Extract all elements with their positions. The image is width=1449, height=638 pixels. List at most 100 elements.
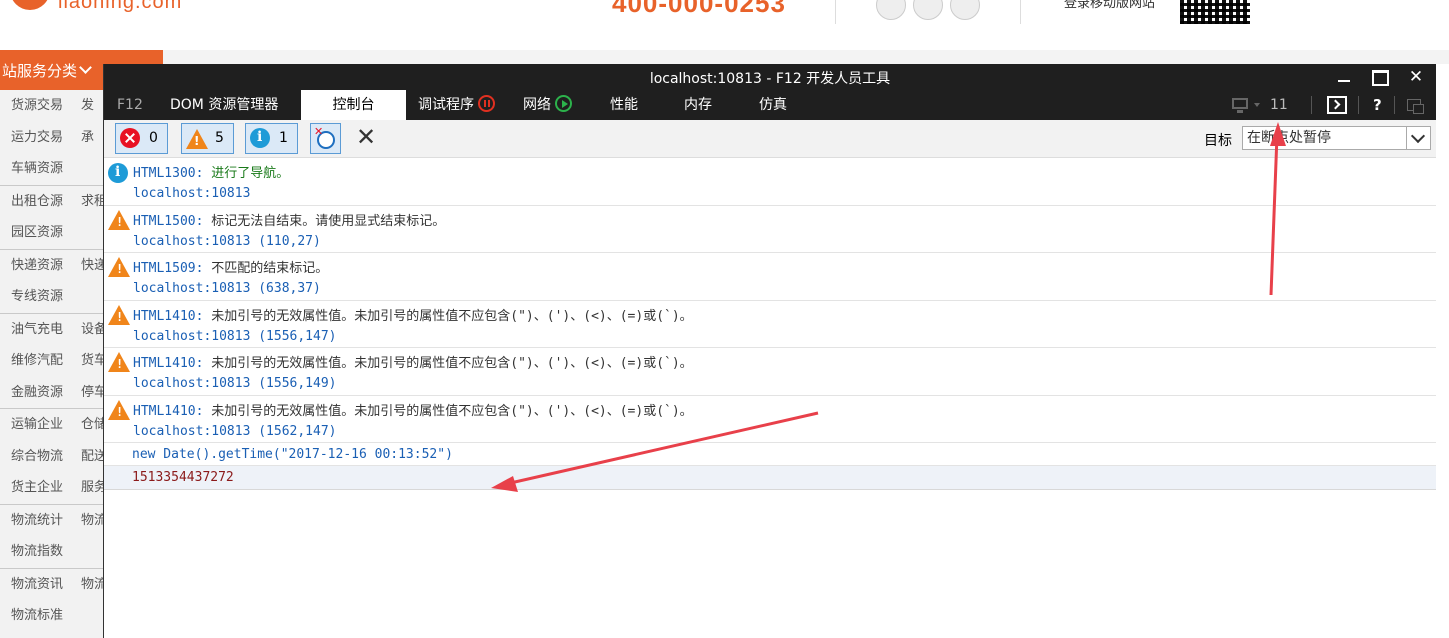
message-text: 未加引号的无效属性值。未加引号的属性值不应包含(")、(')、(<)、(=)或(…	[203, 403, 693, 419]
console-toolbar: 0 5 1 ✕ ✕ 目标 在断点处暂停	[104, 120, 1436, 158]
sidebar-item-label[interactable]: 车辆资源	[11, 161, 63, 176]
play-icon	[555, 95, 572, 112]
message-source-link[interactable]: localhost:10813 (1556,147)	[133, 329, 337, 344]
sidebar-item-secondary[interactable]: 发	[81, 90, 94, 122]
sidebar-item-secondary[interactable]: 服务	[81, 472, 103, 504]
sidebar-item-secondary[interactable]: 停车	[81, 377, 103, 409]
tab-network[interactable]: 网络	[523, 90, 572, 120]
message-text-line: HTML1509: 不匹配的结束标记。	[133, 257, 328, 276]
monitor-icon[interactable]	[1232, 98, 1248, 113]
sidebar-item-label[interactable]: 物流标准	[11, 608, 63, 623]
message-source-link[interactable]: localhost:10813 (1556,149)	[133, 376, 337, 391]
sidebar-item-secondary[interactable]: 设备	[81, 314, 103, 346]
errors-filter-button[interactable]: 0	[115, 123, 168, 154]
sidebar-item-secondary[interactable]: 承	[81, 122, 94, 154]
screenshot-stage: liaoning.com 400-000-0253 登录移动版网站 站服务分类 …	[0, 0, 1449, 638]
toolbar-divider	[1358, 96, 1359, 114]
header-divider	[835, 0, 836, 24]
site-header: liaoning.com 400-000-0253 登录移动版网站	[0, 0, 1449, 50]
devtools-window: localhost:10813 - F12 开发人员工具 ✕ F12 DOM 资…	[103, 64, 1436, 638]
tab-memory[interactable]: 内存	[684, 90, 712, 120]
minimize-icon[interactable]	[1334, 67, 1356, 87]
sidebar-item-label[interactable]: 物流统计	[11, 513, 63, 528]
tab-f12[interactable]: F12	[117, 90, 143, 120]
message-source-link[interactable]: localhost:10813 (638,37)	[133, 281, 321, 296]
sidebar-item-label[interactable]: 维修汽配	[11, 353, 63, 368]
sidebar-item: 运力交易 承	[0, 122, 103, 154]
tab-dom-explorer[interactable]: DOM 资源管理器	[170, 90, 278, 120]
message-code: HTML1509:	[133, 261, 204, 276]
warnings-filter-button[interactable]: 5	[181, 123, 234, 154]
message-code: HTML1410:	[133, 403, 204, 419]
sidebar-item: 维修汽配 货车	[0, 345, 103, 377]
qq-icon[interactable]	[950, 0, 980, 20]
sidebar-item: 物流标准	[0, 600, 103, 632]
help-icon[interactable]: ?	[1373, 90, 1382, 120]
message-source-link[interactable]: localhost:10813 (110,27)	[133, 234, 321, 249]
message-source-link[interactable]: localhost:10813	[133, 186, 250, 201]
caret-down-icon[interactable]	[1254, 103, 1260, 107]
warning-icon	[108, 304, 130, 325]
sidebar-item-secondary[interactable]: 仓储	[81, 409, 103, 441]
console-prompt-icon[interactable]	[1327, 96, 1347, 114]
chevron-down-icon[interactable]	[1406, 127, 1430, 149]
sidebar-item-label[interactable]: 物流指数	[11, 544, 63, 559]
sidebar-item-secondary[interactable]: 求租	[81, 186, 103, 218]
sidebar-item-label[interactable]: 金融资源	[11, 385, 63, 400]
sidebar-item-secondary[interactable]: 物流	[81, 505, 103, 537]
sidebar-item-secondary[interactable]: 物流	[81, 569, 103, 601]
sidebar-item: 综合物流 配送	[0, 441, 103, 473]
site-logo-text[interactable]: liaoning.com	[58, 0, 182, 14]
close-icon[interactable]: ✕	[1405, 67, 1427, 87]
sidebar-item-label[interactable]: 综合物流	[11, 449, 63, 464]
sidebar-item: 车辆资源	[0, 153, 103, 185]
sidebar-item: 货主企业 服务	[0, 472, 103, 504]
target-select[interactable]: 在断点处暂停	[1242, 126, 1431, 150]
document-mode-value[interactable]: 11	[1270, 90, 1288, 120]
sidebar-item-label[interactable]: 出租仓源	[11, 194, 63, 209]
sidebar-item: 物流资讯 物流	[0, 569, 103, 601]
sidebar-item-label[interactable]: 运力交易	[11, 130, 63, 145]
sidebar-item-label[interactable]: 快递资源	[11, 258, 63, 273]
sidebar-item-label[interactable]: 运输企业	[11, 417, 63, 432]
message-code: HTML1410:	[133, 356, 204, 371]
sidebar-item-label[interactable]: 园区资源	[11, 225, 63, 240]
sidebar-item-secondary[interactable]: 货车	[81, 345, 103, 377]
sidebar-item-label[interactable]: 专线资源	[11, 289, 63, 304]
sidebar-item-label[interactable]: 货主企业	[11, 480, 63, 495]
warning-icon	[108, 399, 130, 420]
info-count: 1	[279, 130, 288, 146]
warnings-count: 5	[215, 130, 224, 146]
tab-network-label: 网络	[523, 97, 551, 113]
message-code: HTML1500:	[133, 213, 204, 229]
clear-on-navigate-button[interactable]: ✕	[310, 123, 341, 154]
message-text: 标记无法自结束。请使用显式结束标记。	[203, 213, 446, 229]
sidebar-item-label[interactable]: 物流资讯	[11, 577, 63, 592]
clear-console-icon[interactable]: ✕	[356, 122, 376, 152]
sidebar-item: 园区资源	[0, 217, 103, 249]
target-label: 目标	[1204, 133, 1232, 149]
tab-debugger[interactable]: 调试程序	[418, 90, 495, 120]
mobile-site-link[interactable]: 登录移动版网站	[1064, 0, 1155, 11]
message-text: 不匹配的结束标记。	[203, 261, 329, 276]
console-warning-message: HTML1500: 标记无法自结束。请使用显式结束标记。 localhost:10…	[104, 206, 1436, 253]
wechat-icon[interactable]	[913, 0, 943, 20]
info-filter-button[interactable]: 1	[245, 123, 298, 154]
weibo-icon[interactable]	[876, 0, 906, 20]
tab-emulation[interactable]: 仿真	[759, 90, 787, 120]
devtools-titlebar[interactable]: localhost:10813 - F12 开发人员工具 ✕	[104, 64, 1436, 90]
sidebar-item-secondary[interactable]: 企	[81, 632, 94, 638]
maximize-icon[interactable]	[1369, 67, 1391, 87]
sidebar-item-label[interactable]: 油气充电	[11, 322, 63, 337]
undock-icon[interactable]	[1407, 99, 1424, 114]
sidebar-item-label[interactable]: 货源交易	[11, 98, 63, 113]
message-code: HTML1300:	[133, 166, 204, 181]
sidebar-item-secondary[interactable]: 配送	[81, 441, 103, 473]
sidebar-item: 油气充电 设备	[0, 314, 103, 346]
tab-console[interactable]: 控制台	[301, 90, 406, 120]
tab-performance[interactable]: 性能	[610, 90, 638, 120]
sidebar-item-secondary[interactable]: 快递	[81, 250, 103, 282]
message-text-line: HTML1410: 未加引号的无效属性值。未加引号的属性值不应包含(")、(')…	[133, 400, 693, 419]
errors-count: 0	[149, 130, 158, 146]
message-source-link[interactable]: localhost:10813 (1562,147)	[133, 424, 337, 439]
